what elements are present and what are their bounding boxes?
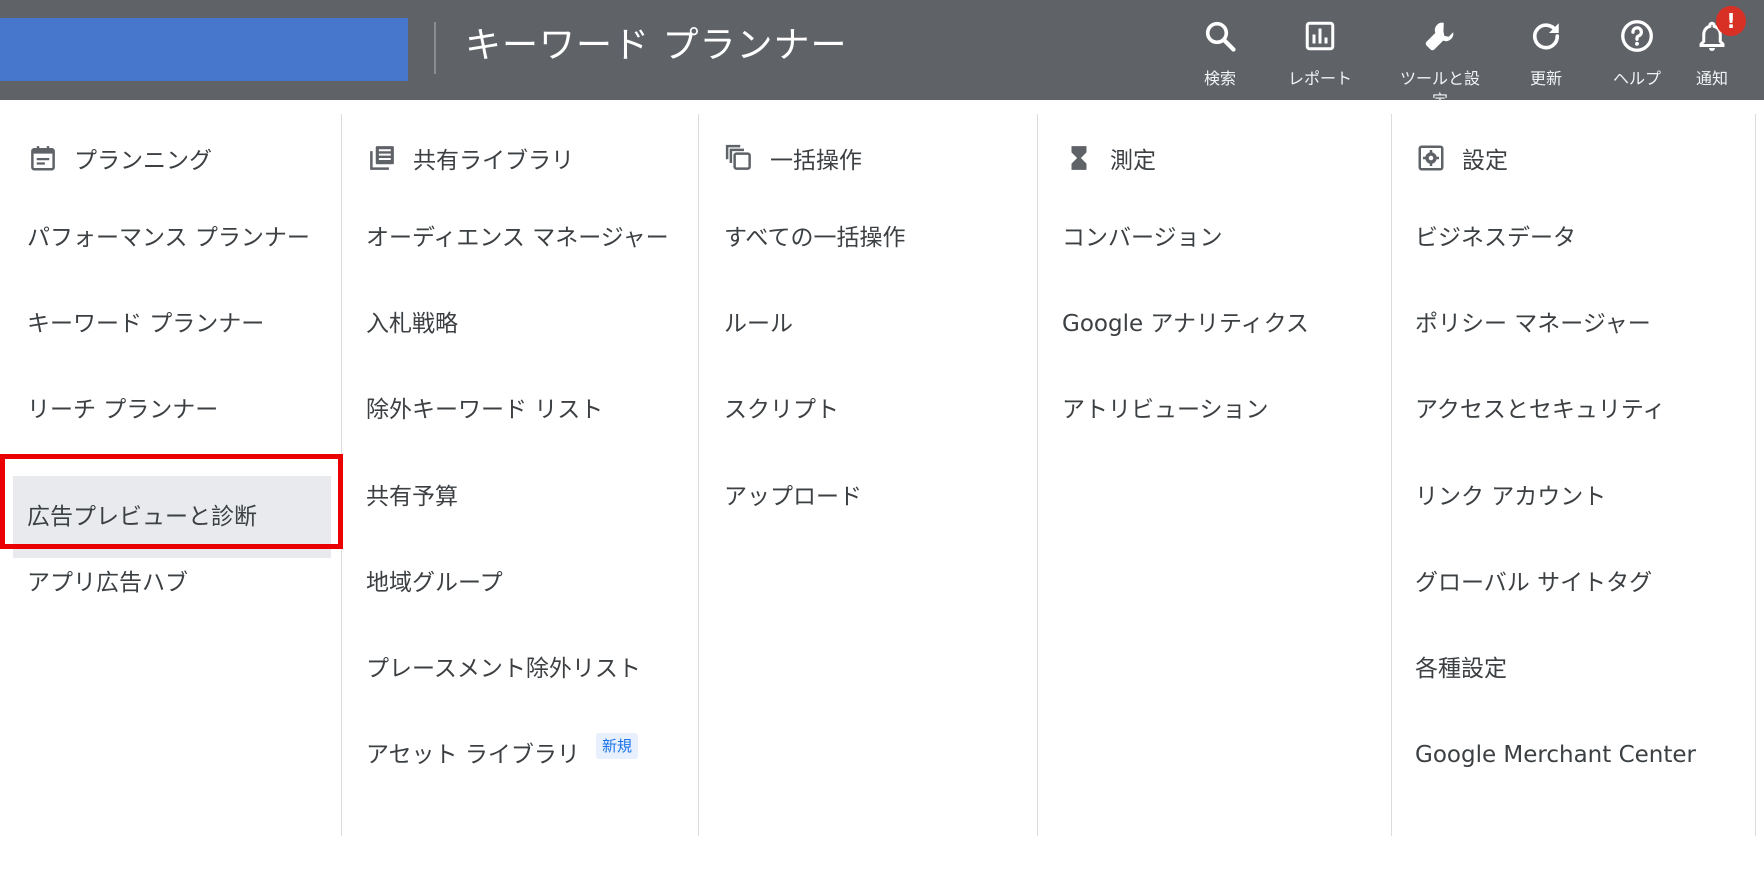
wrench-icon xyxy=(1425,22,1454,51)
menu-item-linked-accounts[interactable]: リンク アカウント xyxy=(1415,475,1606,519)
account-brand-block[interactable] xyxy=(0,18,408,81)
column-header-label: 一括操作 xyxy=(770,148,862,174)
copy-icon xyxy=(725,144,751,170)
menu-item-global-site-tag[interactable]: グローバル サイトタグ xyxy=(1415,561,1652,605)
menu-item-google-merchant-center[interactable]: Google Merchant Center xyxy=(1415,733,1696,777)
report-button[interactable]: レポート xyxy=(1282,12,1358,100)
help-button-label: ヘルプ xyxy=(1612,69,1661,88)
column-header-bulk-actions: 一括操作 xyxy=(724,138,862,178)
refresh-icon xyxy=(1532,23,1560,50)
menu-item-app-ad-hub[interactable]: アプリ広告ハブ xyxy=(27,561,188,605)
menu-item-google-analytics[interactable]: Google アナリティクス xyxy=(1062,302,1309,346)
menu-item-preferences[interactable]: 各種設定 xyxy=(1415,647,1507,691)
menu-item-attribution[interactable]: アトリビューション xyxy=(1062,388,1269,432)
menu-item-conversions[interactable]: コンバージョン xyxy=(1062,216,1223,260)
settings-icon xyxy=(1418,145,1444,171)
page-title: キーワード プランナー xyxy=(465,25,848,66)
refresh-button[interactable]: 更新 xyxy=(1522,12,1570,100)
calendar-icon xyxy=(31,146,55,171)
highlight-annotation-box xyxy=(0,454,343,549)
notifications-button-label: 通知 xyxy=(1695,69,1728,88)
search-button-label: 検索 xyxy=(1203,69,1236,88)
search-button[interactable]: 検索 xyxy=(1192,12,1248,100)
report-button-label: レポート xyxy=(1287,69,1352,88)
column-divider xyxy=(1755,114,1756,836)
menu-item-business-data[interactable]: ビジネスデータ xyxy=(1415,216,1576,260)
menu-item-access-and-security[interactable]: アクセスとセキュリティ xyxy=(1415,388,1665,432)
new-badge: 新規 xyxy=(596,733,639,759)
top-bar: キーワード プランナー 検索 レポート ツールと設定 更新 xyxy=(0,0,1764,100)
header-divider xyxy=(434,22,436,74)
menu-item-placement-exclusion-lists[interactable]: プレースメント除外リスト xyxy=(366,647,641,691)
help-button[interactable]: ヘルプ xyxy=(1606,12,1668,100)
menu-item-scripts[interactable]: スクリプト xyxy=(724,388,839,432)
menu-item-reach-planner[interactable]: リーチ プランナー xyxy=(27,388,218,432)
menu-item-rules[interactable]: ルール xyxy=(724,302,793,346)
menu-item-all-bulk-actions[interactable]: すべての一括操作 xyxy=(724,216,905,260)
menu-item-keyword-planner[interactable]: キーワード プランナー xyxy=(27,302,264,346)
menu-column-shared-library: 共有ライブラリ オーディエンス マネージャー 入札戦略 除外キーワード リスト … xyxy=(342,114,698,836)
menu-item-location-groups[interactable]: 地域グループ xyxy=(366,561,503,605)
menu-item-asset-library[interactable]: アセット ライブラリ xyxy=(366,733,580,777)
refresh-button-label: 更新 xyxy=(1529,69,1562,88)
tools-button-label: ツールと設定 xyxy=(1399,69,1480,100)
column-header-planning: プランニング xyxy=(28,138,212,178)
column-header-label: 測定 xyxy=(1110,148,1156,174)
menu-item-uploads[interactable]: アップロード xyxy=(724,475,862,519)
notification-alert-badge: ! xyxy=(1716,6,1746,36)
menu-column-setup: 設定 ビジネスデータ ポリシー マネージャー アクセスとセキュリティ リンク ア… xyxy=(1392,114,1755,836)
menu-column-measurement: 測定 コンバージョン Google アナリティクス アトリビューション xyxy=(1038,114,1391,836)
column-header-measurement: 測定 xyxy=(1064,138,1156,178)
hourglass-icon xyxy=(1071,146,1087,170)
column-header-label: 設定 xyxy=(1462,148,1508,174)
column-header-shared-library: 共有ライブラリ xyxy=(367,138,574,178)
search-icon xyxy=(1205,21,1236,52)
library-icon xyxy=(370,146,394,170)
menu-item-audience-manager[interactable]: オーディエンス マネージャー xyxy=(366,216,669,260)
column-header-label: 共有ライブラリ xyxy=(413,148,574,174)
menu-item-shared-budgets[interactable]: 共有予算 xyxy=(366,475,458,519)
menu-item-bid-strategies[interactable]: 入札戦略 xyxy=(366,302,458,346)
help-icon xyxy=(1621,20,1653,52)
column-header-setup: 設定 xyxy=(1416,138,1508,178)
bar-chart-icon xyxy=(1305,21,1335,51)
menu-column-bulk-actions: 一括操作 すべての一括操作 ルール スクリプト アップロード xyxy=(699,114,1037,836)
menu-item-performance-planner[interactable]: パフォーマンス プランナー xyxy=(27,216,310,260)
menu-item-negative-keyword-lists[interactable]: 除外キーワード リスト xyxy=(366,388,603,432)
menu-item-policy-manager[interactable]: ポリシー マネージャー xyxy=(1415,302,1651,346)
column-header-label: プランニング xyxy=(74,148,212,174)
tools-and-settings-button[interactable]: ツールと設定 xyxy=(1398,12,1482,100)
